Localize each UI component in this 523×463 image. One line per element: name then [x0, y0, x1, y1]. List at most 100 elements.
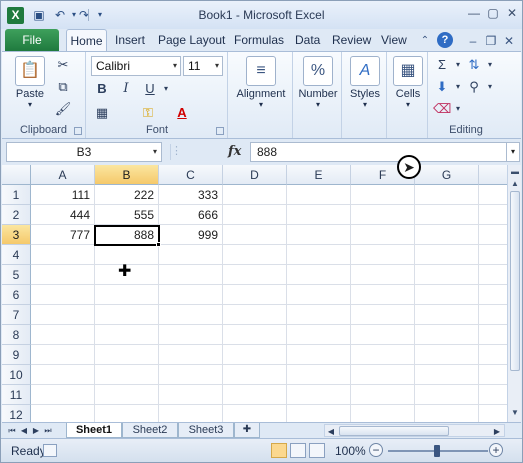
maximize-icon[interactable]: ▢	[486, 6, 500, 20]
empty-cell[interactable]	[287, 245, 351, 265]
normal-view-button[interactable]	[271, 443, 287, 458]
column-header-e[interactable]: E	[287, 165, 351, 185]
empty-cell[interactable]	[159, 265, 223, 285]
cell-a2[interactable]: 444	[31, 205, 95, 225]
empty-cell[interactable]	[415, 305, 479, 325]
prev-sheet-icon[interactable]: ◀	[18, 424, 30, 437]
empty-cell[interactable]	[31, 405, 95, 422]
empty-cell[interactable]	[31, 265, 95, 285]
empty-cell[interactable]	[31, 305, 95, 325]
empty-cell[interactable]	[287, 325, 351, 345]
help-icon[interactable]: ?	[437, 32, 453, 48]
empty-cell[interactable]	[351, 205, 415, 225]
tab-data[interactable]: Data	[295, 33, 320, 47]
row-header[interactable]: 4	[2, 245, 31, 265]
empty-cell[interactable]	[31, 245, 95, 265]
tab-view[interactable]: View	[381, 33, 407, 47]
expand-formula-icon[interactable]: ▾	[506, 142, 520, 162]
insert-function-button[interactable]: fx	[228, 144, 241, 159]
sheet-tab-sheet3[interactable]: Sheet3	[178, 423, 234, 438]
empty-cell[interactable]	[415, 285, 479, 305]
row-header[interactable]: 6	[2, 285, 31, 305]
vertical-scrollbar[interactable]: ▬ ▲ ▼	[507, 165, 521, 422]
empty-cell[interactable]	[351, 365, 415, 385]
tab-home[interactable]: Home	[66, 29, 107, 53]
number-button[interactable]: % Number ▾	[296, 56, 340, 109]
scroll-up-icon[interactable]: ▲	[508, 177, 522, 191]
empty-cell[interactable]	[31, 385, 95, 405]
empty-cell[interactable]	[479, 365, 507, 385]
fill-handle[interactable]	[156, 242, 161, 247]
insert-sheet-icon[interactable]: ✚	[234, 423, 260, 438]
vertical-scroll-thumb[interactable]	[510, 191, 520, 371]
empty-cell[interactable]	[479, 205, 507, 225]
alignment-button[interactable]: ≡ Alignment ▾	[233, 56, 289, 109]
empty-cell[interactable]	[223, 305, 287, 325]
row-header[interactable]: 1	[2, 185, 31, 205]
empty-cell[interactable]	[31, 365, 95, 385]
empty-cell[interactable]	[287, 365, 351, 385]
doc-close-icon[interactable]: ✕	[501, 33, 517, 49]
cut-icon[interactable]: ✂	[54, 56, 72, 74]
first-sheet-icon[interactable]: ⏮	[6, 424, 18, 437]
empty-cell[interactable]	[351, 285, 415, 305]
sheet-tab-sheet2[interactable]: Sheet2	[122, 423, 178, 438]
empty-cell[interactable]	[415, 325, 479, 345]
empty-cell[interactable]	[95, 405, 159, 422]
empty-cell[interactable]	[287, 405, 351, 422]
scroll-down-icon[interactable]: ▼	[508, 406, 522, 420]
tab-file[interactable]: File	[5, 29, 59, 51]
empty-cell[interactable]	[351, 245, 415, 265]
row-header[interactable]: 11	[2, 385, 31, 405]
empty-cell[interactable]	[159, 365, 223, 385]
empty-cell[interactable]	[159, 345, 223, 365]
zoom-in-icon[interactable]: +	[489, 443, 503, 457]
empty-cell[interactable]	[415, 345, 479, 365]
empty-cell[interactable]	[415, 405, 479, 422]
empty-cell[interactable]	[351, 305, 415, 325]
empty-cell[interactable]	[287, 265, 351, 285]
empty-cell[interactable]	[415, 205, 479, 225]
font-name-dropdown[interactable]: Calibri ▾	[91, 56, 181, 76]
row-header[interactable]: 8	[2, 325, 31, 345]
empty-cell[interactable]	[223, 225, 287, 245]
cell-a3[interactable]: 777	[31, 225, 95, 245]
horizontal-scroll-thumb[interactable]	[339, 426, 449, 436]
last-sheet-icon[interactable]: ⏭	[42, 424, 54, 437]
empty-cell[interactable]	[223, 205, 287, 225]
cell-a1[interactable]: 111	[31, 185, 95, 205]
paste-button[interactable]: 📋 Paste ▾	[10, 56, 50, 109]
empty-cell[interactable]	[287, 185, 351, 205]
zoom-slider[interactable]	[388, 445, 488, 457]
empty-cell[interactable]	[159, 325, 223, 345]
empty-cell[interactable]	[351, 225, 415, 245]
empty-cell[interactable]	[223, 405, 287, 422]
empty-cell[interactable]	[479, 305, 507, 325]
underline-dropdown-icon[interactable]: ▾	[157, 80, 175, 98]
tab-page-layout[interactable]: Page Layout	[158, 33, 225, 47]
minimize-icon[interactable]: —	[467, 6, 481, 20]
tab-insert[interactable]: Insert	[115, 33, 145, 47]
cell-c2[interactable]: 666	[159, 205, 223, 225]
horizontal-scrollbar[interactable]: ◀ ▶	[324, 424, 505, 437]
empty-cell[interactable]	[287, 385, 351, 405]
empty-cell[interactable]	[223, 245, 287, 265]
empty-cell[interactable]	[479, 285, 507, 305]
empty-cell[interactable]	[159, 405, 223, 422]
empty-cell[interactable]	[95, 305, 159, 325]
empty-cell[interactable]	[415, 245, 479, 265]
formula-input[interactable]: 888	[250, 142, 507, 162]
select-all-corner[interactable]	[2, 165, 31, 185]
empty-cell[interactable]	[479, 405, 507, 422]
worksheet-grid[interactable]: A B C D E F G 1 2 3 4 5 6 7 8 9 10 11 12…	[2, 165, 507, 422]
empty-cell[interactable]	[159, 285, 223, 305]
column-header-a[interactable]: A	[31, 165, 95, 185]
empty-cell[interactable]	[223, 385, 287, 405]
empty-cell[interactable]	[351, 185, 415, 205]
empty-cell[interactable]	[95, 325, 159, 345]
doc-minimize-icon[interactable]: –	[465, 33, 481, 49]
cell-c1[interactable]: 333	[159, 185, 223, 205]
sort-dropdown-icon[interactable]: ▾	[481, 56, 499, 74]
empty-cell[interactable]	[351, 385, 415, 405]
name-box[interactable]: B3 ▾	[6, 142, 162, 162]
